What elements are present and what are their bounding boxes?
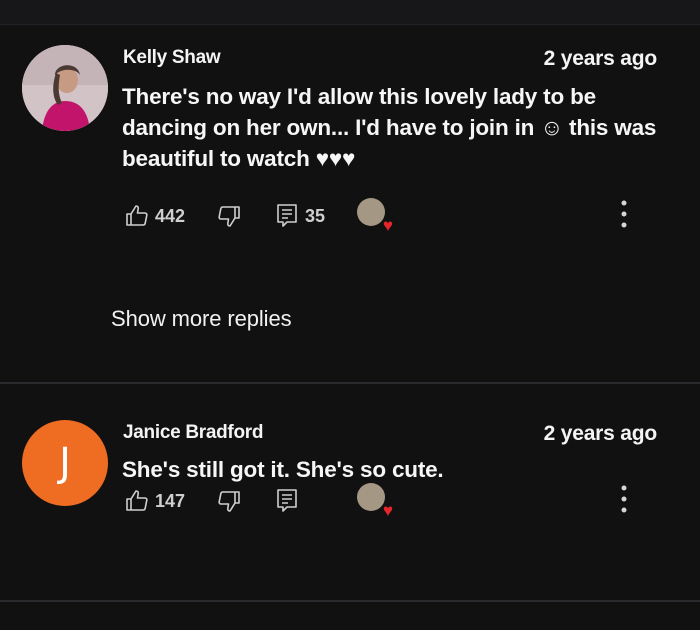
avatar[interactable] <box>22 45 108 131</box>
comment-icon <box>277 204 297 227</box>
comment-icon <box>277 489 297 512</box>
comment-actions: 442 35 ♥ <box>125 198 665 234</box>
like-count: 442 <box>155 205 186 226</box>
thumbs-down-icon <box>218 206 240 227</box>
thumbs-up-icon <box>126 205 148 226</box>
reply-button[interactable]: 35 <box>275 201 325 231</box>
heart-icon: ♥ <box>382 501 393 520</box>
thumbs-down-icon <box>218 491 240 512</box>
more-options-button[interactable] <box>620 484 628 514</box>
comment-author[interactable]: Kelly Shaw <box>123 47 221 69</box>
like-button[interactable]: 147 <box>125 486 185 516</box>
avatar-letter: J <box>59 440 71 486</box>
creator-avatar: ♥ <box>357 483 393 519</box>
creator-heart-badge: ♥ <box>357 482 393 519</box>
more-options-button[interactable] <box>620 199 628 229</box>
like-count: 147 <box>155 490 186 511</box>
more-vertical-icon <box>621 200 627 228</box>
reply-button[interactable] <box>275 486 299 516</box>
comment-author[interactable]: Janice Bradford <box>123 422 263 444</box>
comment-text: She's still got it. She's so cute. <box>122 457 444 482</box>
comment-actions: 147 ♥ <box>125 483 665 519</box>
comment-item: Kelly Shaw 2 years ago There's no way I'… <box>0 25 700 382</box>
profile-photo-icon <box>22 45 108 131</box>
avatar[interactable]: J <box>22 420 108 506</box>
creator-avatar: ♥ <box>357 198 393 234</box>
thumbs-up-icon <box>126 490 148 511</box>
more-vertical-icon <box>621 485 627 513</box>
reply-count: 35 <box>305 205 326 226</box>
divider <box>0 600 700 602</box>
comment-item: J Janice Bradford 2 years ago She's stil… <box>0 384 700 600</box>
comment-text: There's no way I'd allow this lovely lad… <box>122 84 657 171</box>
like-button[interactable]: 442 <box>125 201 185 231</box>
top-bar <box>0 0 700 25</box>
comment-timestamp[interactable]: 2 years ago <box>544 47 658 71</box>
heart-icon: ♥ <box>382 216 393 235</box>
comment-timestamp[interactable]: 2 years ago <box>544 422 658 446</box>
dislike-button[interactable] <box>217 201 241 231</box>
show-more-replies-button[interactable]: Show more replies <box>111 306 292 332</box>
dislike-button[interactable] <box>217 486 241 516</box>
creator-heart-badge: ♥ <box>357 197 393 234</box>
